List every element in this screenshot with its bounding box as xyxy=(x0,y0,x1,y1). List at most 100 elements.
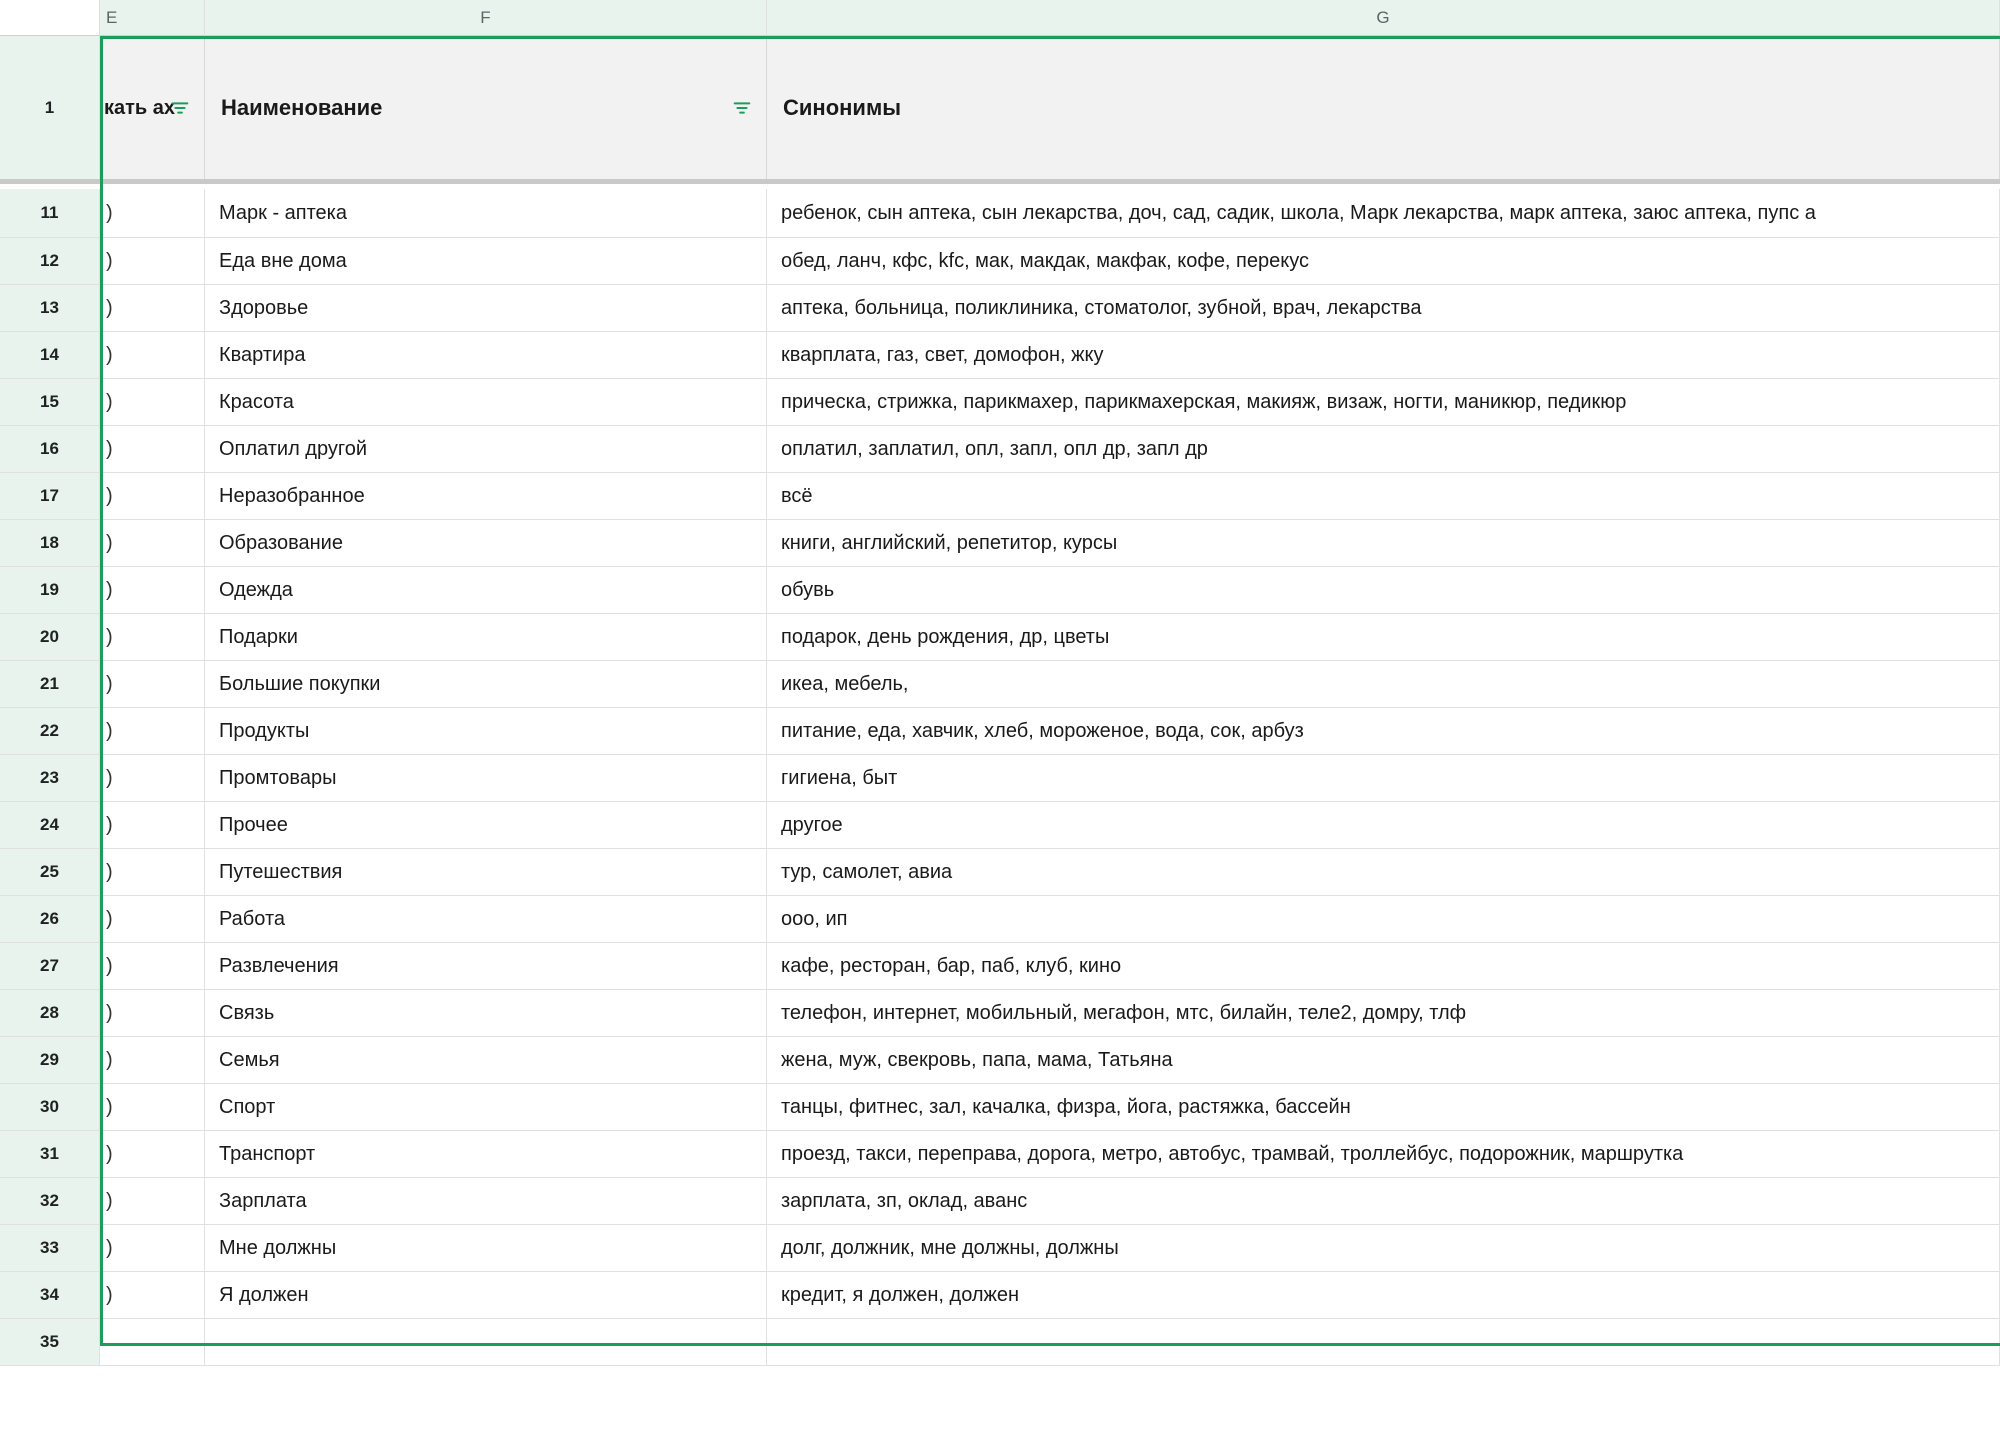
cell-synonyms[interactable]: кафе, ресторан, бар, паб, клуб, кино xyxy=(767,943,2000,990)
cell-synonyms[interactable]: кварплата, газ, свет, домофон, жку xyxy=(767,332,2000,379)
row-number[interactable]: 23 xyxy=(0,755,100,802)
cell-name[interactable]: Работа xyxy=(205,896,767,943)
cell-e[interactable]: ) xyxy=(100,755,205,802)
row-number[interactable]: 25 xyxy=(0,849,100,896)
row-number[interactable]: 17 xyxy=(0,473,100,520)
cell-e[interactable]: ) xyxy=(100,567,205,614)
cell-e[interactable]: ) xyxy=(100,1272,205,1319)
cell-synonyms[interactable]: телефон, интернет, мобильный, мегафон, м… xyxy=(767,990,2000,1037)
cell-synonyms[interactable]: ооо, ип xyxy=(767,896,2000,943)
cell-e[interactable]: ) xyxy=(100,520,205,567)
cell-e[interactable]: ) xyxy=(100,473,205,520)
cell-synonyms[interactable]: аптека, больница, поликлиника, стоматоло… xyxy=(767,285,2000,332)
row-number[interactable]: 35 xyxy=(0,1319,100,1366)
cell-synonyms[interactable]: прическа, стрижка, парикмахер, парикмахе… xyxy=(767,379,2000,426)
row-number[interactable]: 19 xyxy=(0,567,100,614)
row-number[interactable]: 11 xyxy=(0,189,100,238)
cell-name[interactable]: Подарки xyxy=(205,614,767,661)
cell-name[interactable]: Здоровье xyxy=(205,285,767,332)
row-number[interactable]: 22 xyxy=(0,708,100,755)
cell-synonyms[interactable]: всё xyxy=(767,473,2000,520)
cell-e[interactable]: ) xyxy=(100,708,205,755)
row-number[interactable]: 34 xyxy=(0,1272,100,1319)
cell-name[interactable]: Красота xyxy=(205,379,767,426)
cell-synonyms[interactable]: зарплата, зп, оклад, аванс xyxy=(767,1178,2000,1225)
row-number[interactable]: 21 xyxy=(0,661,100,708)
cell-name[interactable]: Мне должны xyxy=(205,1225,767,1272)
row-number[interactable]: 14 xyxy=(0,332,100,379)
header-cell-e[interactable]: кать ах xyxy=(100,36,205,179)
row-number[interactable]: 24 xyxy=(0,802,100,849)
row-number[interactable]: 16 xyxy=(0,426,100,473)
cell-synonyms[interactable]: оплатил, заплатил, опл, запл, опл др, за… xyxy=(767,426,2000,473)
row-number[interactable]: 13 xyxy=(0,285,100,332)
header-cell-g[interactable]: Синонимы xyxy=(767,36,2000,179)
column-header-e[interactable]: E xyxy=(100,0,205,36)
row-number[interactable]: 29 xyxy=(0,1037,100,1084)
cell-synonyms[interactable]: другое xyxy=(767,802,2000,849)
cell-synonyms[interactable]: обед, ланч, кфс, kfc, мак, макдак, макфа… xyxy=(767,238,2000,285)
cell-synonyms[interactable]: кредит, я должен, должен xyxy=(767,1272,2000,1319)
cell-e[interactable]: ) xyxy=(100,238,205,285)
cell-e[interactable]: ) xyxy=(100,1131,205,1178)
cell-synonyms[interactable]: долг, должник, мне должны, должны xyxy=(767,1225,2000,1272)
row-number[interactable]: 33 xyxy=(0,1225,100,1272)
cell-name[interactable]: Путешествия xyxy=(205,849,767,896)
row-number[interactable]: 15 xyxy=(0,379,100,426)
cell-e[interactable]: ) xyxy=(100,332,205,379)
cell-name[interactable]: Развлечения xyxy=(205,943,767,990)
cell-synonyms[interactable]: ребенок, сын аптека, сын лекарства, доч,… xyxy=(767,189,2000,238)
cell-e[interactable]: ) xyxy=(100,379,205,426)
row-number[interactable]: 31 xyxy=(0,1131,100,1178)
cell-synonyms[interactable]: икеа, мебель, xyxy=(767,661,2000,708)
cell-name[interactable]: Образование xyxy=(205,520,767,567)
cell-e[interactable]: ) xyxy=(100,285,205,332)
cell-name[interactable]: Связь xyxy=(205,990,767,1037)
cell-e[interactable]: ) xyxy=(100,943,205,990)
cell-e[interactable]: ) xyxy=(100,1225,205,1272)
column-header-f[interactable]: F xyxy=(205,0,767,36)
cell-name[interactable]: Спорт xyxy=(205,1084,767,1131)
cell-name[interactable]: Семья xyxy=(205,1037,767,1084)
cell-synonyms[interactable]: тур, самолет, авиа xyxy=(767,849,2000,896)
cell-synonyms[interactable]: гигиена, быт xyxy=(767,755,2000,802)
row-number[interactable]: 32 xyxy=(0,1178,100,1225)
cell-name[interactable]: Прочее xyxy=(205,802,767,849)
cell-synonyms[interactable]: жена, муж, свекровь, папа, мама, Татьяна xyxy=(767,1037,2000,1084)
cell-e[interactable]: ) xyxy=(100,189,205,238)
cell-e[interactable]: ) xyxy=(100,896,205,943)
cell-name[interactable]: Большие покупки xyxy=(205,661,767,708)
empty-cell[interactable] xyxy=(767,1319,2000,1366)
cell-synonyms[interactable]: книги, английский, репетитор, курсы xyxy=(767,520,2000,567)
row-number[interactable]: 27 xyxy=(0,943,100,990)
row-number[interactable]: 28 xyxy=(0,990,100,1037)
header-cell-f[interactable]: Наименование xyxy=(205,36,767,179)
row-number[interactable]: 26 xyxy=(0,896,100,943)
cell-name[interactable]: Зарплата xyxy=(205,1178,767,1225)
cell-name[interactable]: Марк - аптека xyxy=(205,189,767,238)
filter-icon[interactable] xyxy=(168,96,192,120)
cell-name[interactable]: Неразобранное xyxy=(205,473,767,520)
cell-e[interactable]: ) xyxy=(100,1037,205,1084)
cell-e[interactable]: ) xyxy=(100,1084,205,1131)
cell-synonyms[interactable]: танцы, фитнес, зал, качалка, физра, йога… xyxy=(767,1084,2000,1131)
cell-e[interactable]: ) xyxy=(100,614,205,661)
row-number[interactable]: 30 xyxy=(0,1084,100,1131)
column-header-g[interactable]: G xyxy=(767,0,2000,36)
empty-cell[interactable] xyxy=(100,1319,205,1366)
empty-cell[interactable] xyxy=(205,1319,767,1366)
cell-e[interactable]: ) xyxy=(100,661,205,708)
cell-name[interactable]: Продукты xyxy=(205,708,767,755)
cell-e[interactable]: ) xyxy=(100,802,205,849)
cell-synonyms[interactable]: проезд, такси, переправа, дорога, метро,… xyxy=(767,1131,2000,1178)
cell-e[interactable]: ) xyxy=(100,1178,205,1225)
cell-e[interactable]: ) xyxy=(100,849,205,896)
cell-name[interactable]: Промтовары xyxy=(205,755,767,802)
cell-e[interactable]: ) xyxy=(100,990,205,1037)
cell-synonyms[interactable]: подарок, день рождения, др, цветы xyxy=(767,614,2000,661)
row-number[interactable]: 18 xyxy=(0,520,100,567)
cell-name[interactable]: Транспорт xyxy=(205,1131,767,1178)
row-number[interactable]: 20 xyxy=(0,614,100,661)
row-number[interactable]: 12 xyxy=(0,238,100,285)
cell-name[interactable]: Квартира xyxy=(205,332,767,379)
